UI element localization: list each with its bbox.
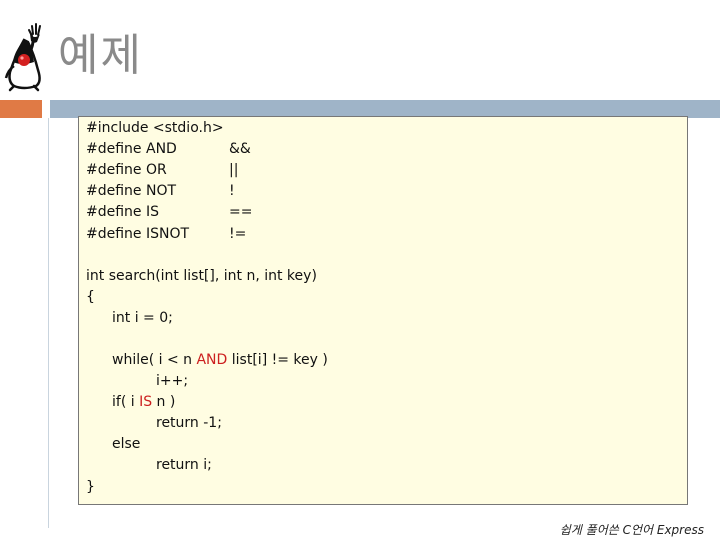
code-line-define-is: #define IS: [86, 204, 160, 220]
slide-title: 예제: [58, 30, 143, 81]
code-line-define-or: #define OR: [86, 162, 167, 178]
left-divider-line: [48, 118, 49, 528]
code-line-init: int i = 0;: [112, 310, 173, 326]
java-duke-mascot-logo: [4, 23, 41, 92]
code-line-open-brace: {: [86, 289, 95, 305]
code-line-return-neg: return -1;: [156, 415, 222, 431]
if-is-keyword: IS: [139, 394, 153, 410]
header-accent-bar-orange: [0, 100, 42, 118]
while-and-keyword: AND: [196, 352, 228, 368]
code-line-close-brace: }: [86, 479, 95, 495]
slide-footer: 쉽게 풀어쓴 C언어 Express: [559, 523, 704, 537]
if-prefix: if( i: [112, 394, 140, 410]
code-define-or-value: ||: [229, 162, 239, 178]
code-line-define-isnot: #define ISNOT: [86, 226, 190, 242]
code-line-while: while( i < n AND list[i] != key ): [112, 350, 328, 371]
code-define-is-value: ==: [229, 204, 253, 220]
code-line-if: if( i IS n ): [112, 392, 175, 413]
while-suffix: list[i] != key ): [227, 352, 328, 368]
code-line-return-i: return i;: [156, 457, 212, 473]
code-define-isnot-value: !=: [229, 226, 247, 242]
code-line-define-not: #define NOT: [86, 183, 177, 199]
code-line-else: else: [112, 436, 141, 452]
code-line-define-and: #define AND: [86, 141, 177, 157]
code-define-and-value: &&: [229, 141, 251, 157]
code-block: #include <stdio.h> #define AND && #defin…: [78, 116, 688, 505]
code-line-include: #include <stdio.h>: [86, 120, 224, 136]
code-define-not-value: !: [229, 183, 235, 199]
code-line-func-signature: int search(int list[], int n, int key): [86, 268, 317, 284]
code-line-increment: i++;: [156, 373, 189, 389]
if-suffix: n ): [152, 394, 176, 410]
while-prefix: while( i < n: [112, 352, 197, 368]
